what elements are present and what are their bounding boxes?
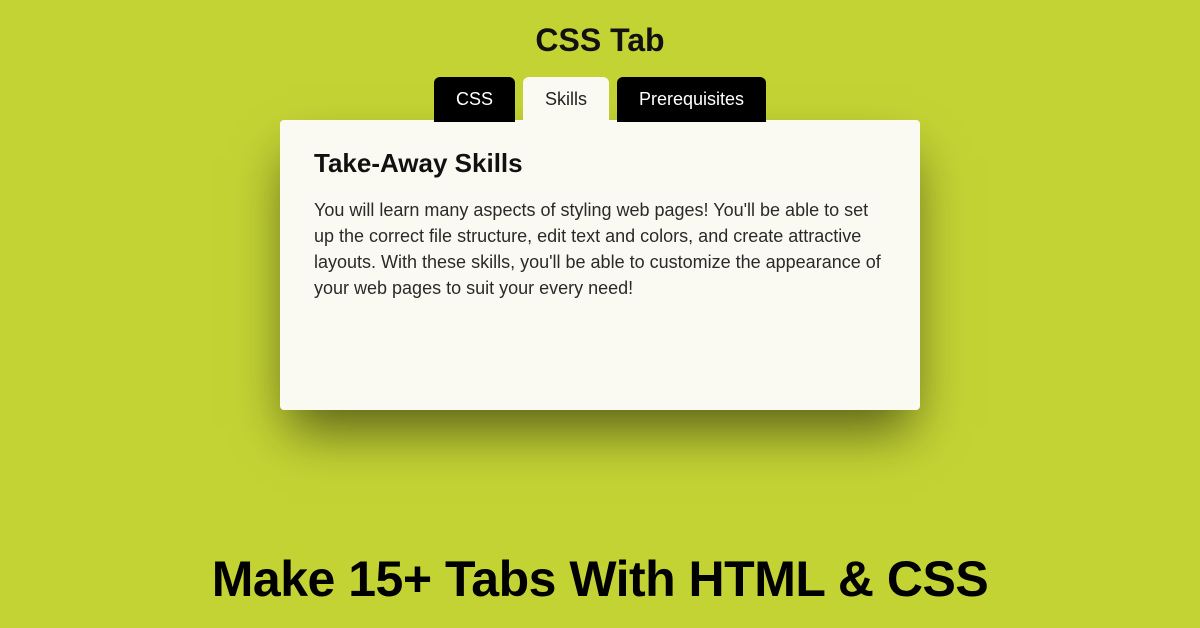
tab-prerequisites[interactable]: Prerequisites xyxy=(617,77,766,122)
tab-component: CSS Skills Prerequisites Take-Away Skill… xyxy=(280,77,920,410)
tab-css[interactable]: CSS xyxy=(434,77,515,122)
panel-body: You will learn many aspects of styling w… xyxy=(314,197,886,301)
banner-title: Make 15+ Tabs With HTML & CSS xyxy=(0,550,1200,608)
tab-row: CSS Skills Prerequisites xyxy=(280,77,920,122)
page-title: CSS Tab xyxy=(0,0,1200,59)
tab-skills[interactable]: Skills xyxy=(523,77,609,122)
tab-panel: Take-Away Skills You will learn many asp… xyxy=(280,120,920,410)
panel-heading: Take-Away Skills xyxy=(314,148,886,179)
